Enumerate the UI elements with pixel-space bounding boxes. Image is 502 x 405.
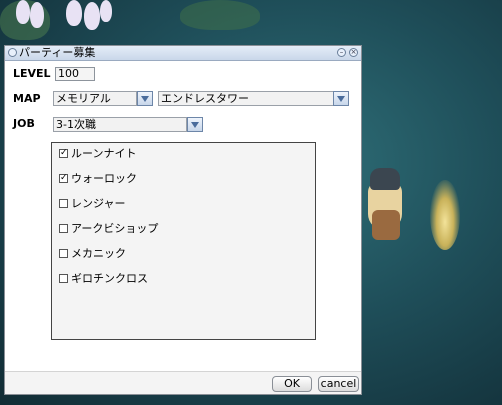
- job-checklist: ✓ ルーンナイト ✓ ウォーロック レンジャー アークビショップ メカニック ギ…: [51, 142, 316, 340]
- chevron-down-icon[interactable]: [137, 91, 153, 106]
- map-region-value: メモリアル: [56, 92, 111, 105]
- job-class-select[interactable]: 3-1次職: [53, 117, 187, 132]
- checkbox-unchecked[interactable]: [59, 249, 68, 258]
- checkbox-unchecked[interactable]: [59, 274, 68, 283]
- chevron-down-icon[interactable]: [187, 117, 203, 132]
- foliage: [180, 0, 260, 30]
- checkbox-checked[interactable]: ✓: [59, 174, 68, 183]
- map-label: MAP: [13, 92, 41, 105]
- close-icon[interactable]: ×: [349, 48, 358, 57]
- map-dungeon-select[interactable]: エンドレスタワー: [158, 91, 334, 106]
- checkbox-unchecked[interactable]: [59, 199, 68, 208]
- job-label: JOB: [13, 117, 35, 130]
- window-icon: [8, 48, 17, 57]
- flower-decoration: [10, 0, 50, 40]
- map-region-select[interactable]: メモリアル: [53, 91, 137, 106]
- level-input[interactable]: 100: [55, 67, 95, 81]
- ok-button[interactable]: OK: [272, 376, 312, 392]
- job-class-value: 3-1次職: [56, 118, 96, 131]
- minimize-icon[interactable]: –: [337, 48, 346, 57]
- cancel-button[interactable]: cancel: [318, 376, 359, 392]
- checkbox-checked[interactable]: ✓: [59, 149, 68, 158]
- window-titlebar[interactable]: パーティー募集 – ×: [5, 46, 361, 61]
- party-recruit-window: パーティー募集 – × LEVEL 100 MAP メモリアル エンドレスタワー…: [4, 45, 362, 395]
- flower-decoration: [66, 0, 116, 40]
- level-label: LEVEL: [13, 67, 51, 80]
- checkbox-unchecked[interactable]: [59, 224, 68, 233]
- map-dungeon-value: エンドレスタワー: [161, 92, 249, 105]
- player-character[interactable]: [364, 168, 408, 248]
- chevron-down-icon[interactable]: [333, 91, 349, 106]
- window-footer: OK cancel: [5, 371, 361, 394]
- spirit-effect: [430, 180, 460, 250]
- window-title: パーティー募集: [19, 46, 96, 59]
